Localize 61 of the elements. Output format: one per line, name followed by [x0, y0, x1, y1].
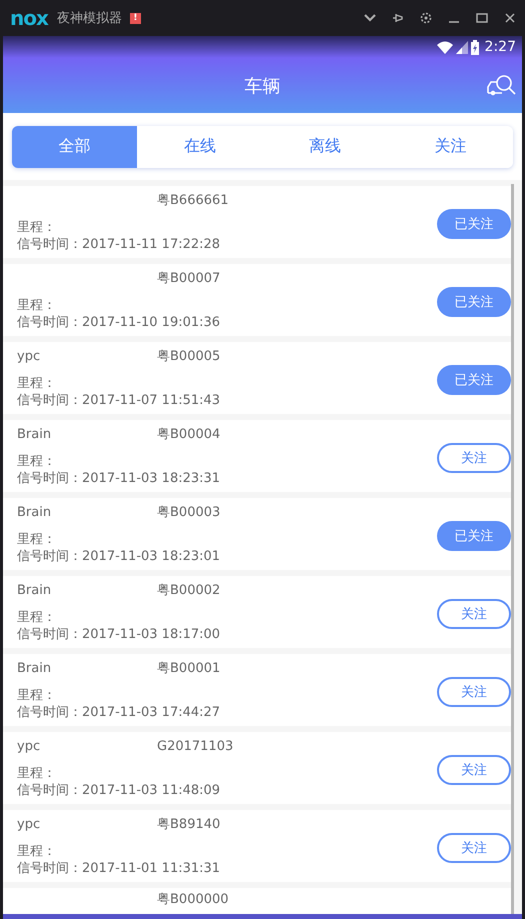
plate-number: 粤B00004: [157, 426, 220, 443]
signal-time: 信号时间：2017-11-03 11:48:09: [17, 782, 220, 799]
filter-tab[interactable]: 在线: [137, 126, 262, 168]
signal-time: 信号时间：2017-11-11 17:22:28: [17, 236, 220, 253]
owner-name: Brain: [17, 504, 52, 520]
plate-number: G20171103: [157, 738, 234, 754]
follow-button[interactable]: 已关注: [437, 521, 511, 551]
mileage-label: 里程：: [17, 843, 56, 860]
owner-name: Brain: [17, 660, 52, 676]
mileage-label: 里程：: [17, 297, 56, 314]
filter-tab[interactable]: 离线: [262, 126, 388, 168]
filter-tab[interactable]: 关注: [388, 126, 513, 168]
signal-time: 信号时间：2017-11-01 11:31:31: [17, 860, 220, 877]
follow-button[interactable]: 关注: [437, 599, 511, 629]
signal-time: 信号时间：2017-11-03 18:23:31: [17, 470, 220, 487]
plate-number: 粤B00007: [157, 270, 220, 287]
signal-time: 信号时间：2017-11-03 18:23:01: [17, 548, 220, 565]
pin-icon[interactable]: [391, 11, 405, 25]
page-title: 车辆: [244, 74, 280, 98]
mileage-label: 里程：: [17, 453, 56, 470]
plate-number: 粤B89140: [157, 816, 220, 833]
owner-name: ypc: [17, 348, 40, 364]
owner-name: ypc: [17, 816, 40, 832]
car-search-icon[interactable]: [487, 73, 517, 97]
close-icon[interactable]: [503, 11, 517, 25]
filter-tab[interactable]: 全部: [12, 126, 138, 168]
mileage-label: 里程：: [17, 687, 56, 704]
plate-number: 粤B666661: [157, 192, 229, 209]
follow-button[interactable]: 已关注: [437, 365, 511, 395]
mileage-label: 里程：: [17, 375, 56, 392]
plate-number: 粤B000000: [157, 891, 229, 908]
plate-number: 粤B00001: [157, 660, 220, 677]
wifi-icon: [436, 40, 453, 54]
mileage-label: 里程：: [17, 219, 56, 236]
follow-button[interactable]: 关注: [437, 443, 511, 473]
signal-icon: [456, 40, 468, 54]
plate-number: 粤B00002: [157, 582, 220, 599]
status-time: 2:27: [484, 39, 516, 55]
alert-badge: !: [130, 12, 141, 24]
signal-time: 信号时间：2017-11-03 18:17:00: [17, 626, 220, 643]
follow-button[interactable]: 关注: [437, 755, 511, 785]
owner-name: Brain: [17, 426, 52, 442]
maximize-icon[interactable]: [475, 11, 489, 25]
mileage-label: 里程：: [17, 609, 56, 626]
plate-number: 粤B00003: [157, 504, 220, 521]
signal-time: 信号时间：2017-11-03 17:44:27: [17, 704, 220, 721]
settings-icon[interactable]: [419, 11, 433, 25]
signal-time: 信号时间：2017-11-07 11:51:43: [17, 392, 220, 409]
battery-icon: [470, 40, 479, 54]
owner-name: ypc: [17, 738, 40, 754]
owner-name: Brain: [17, 582, 52, 598]
follow-button[interactable]: 已关注: [437, 209, 511, 239]
emulator-title: 夜神模拟器: [56, 10, 122, 27]
follow-button[interactable]: 关注: [437, 833, 511, 863]
mileage-label: 里程：: [17, 765, 56, 782]
signal-time: 信号时间：2017-11-10 19:01:36: [17, 314, 220, 331]
follow-button[interactable]: 关注: [437, 677, 511, 707]
app-logo: nox: [10, 6, 48, 30]
plate-number: 粤B00005: [157, 348, 220, 365]
mileage-label: 里程：: [17, 531, 56, 548]
follow-button[interactable]: 已关注: [437, 287, 511, 317]
